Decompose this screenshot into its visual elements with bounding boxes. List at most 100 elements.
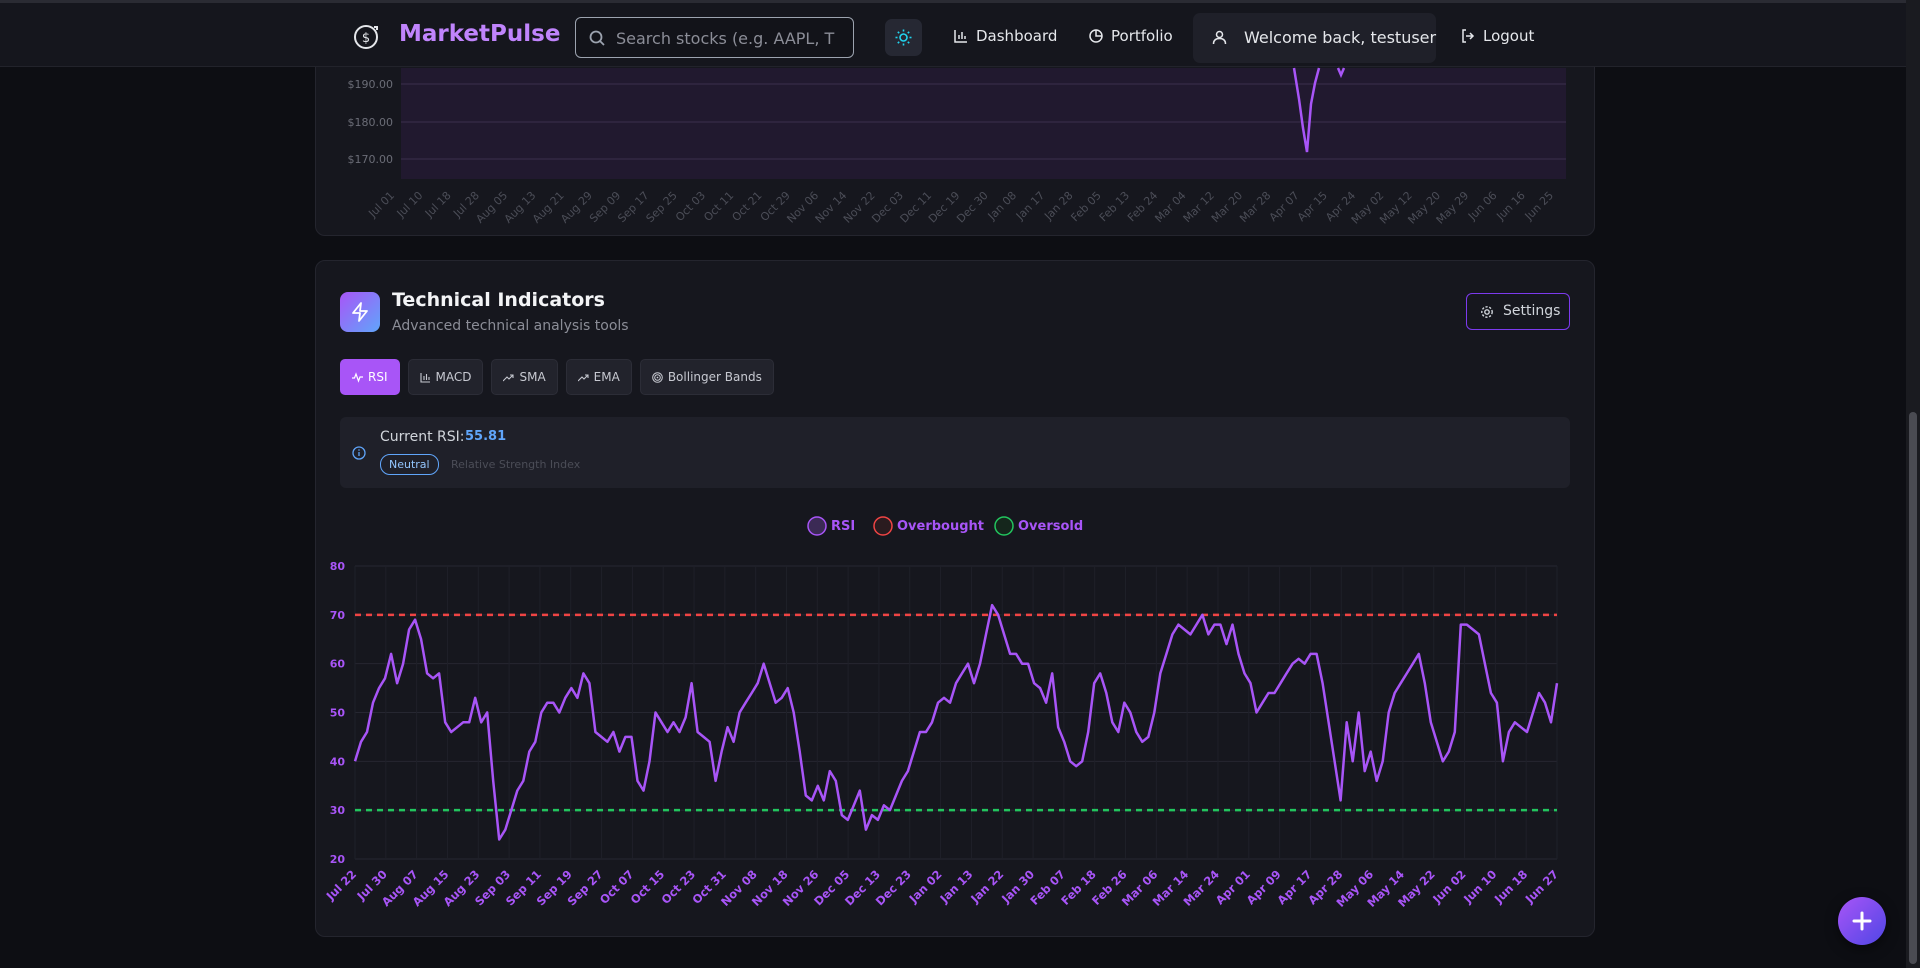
price-x-tick: Feb 05 xyxy=(1068,189,1103,224)
price-area-fill xyxy=(401,68,1566,179)
status-badge: Neutral xyxy=(380,454,439,475)
lightning-icon xyxy=(352,302,368,322)
page-scrollbar-thumb[interactable] xyxy=(1909,412,1917,964)
plus-icon xyxy=(1852,911,1872,931)
indicator-tabs: RSI MACD SMA EMA Bollinger Bands xyxy=(340,359,774,395)
price-x-tick: Apr 07 xyxy=(1267,189,1302,224)
price-x-tick: Jun 25 xyxy=(1522,189,1556,223)
current-rsi-value: 55.81 xyxy=(465,429,507,444)
nav-portfolio-label: Portfolio xyxy=(1111,27,1173,45)
nav-dashboard-label: Dashboard xyxy=(976,27,1058,45)
tab-macd-label: MACD xyxy=(435,370,472,384)
tab-rsi-label: RSI xyxy=(368,370,388,384)
price-y-tick: $190.00 xyxy=(348,78,394,91)
trending-up-icon xyxy=(503,373,515,381)
legend-label: RSI xyxy=(831,519,855,534)
price-x-tick: Jun 06 xyxy=(1465,189,1499,223)
rsi-x-tick: Jan 02 xyxy=(906,867,945,906)
search-input[interactable] xyxy=(616,24,846,52)
theme-toggle-button[interactable] xyxy=(885,19,922,56)
tab-sma[interactable]: SMA xyxy=(491,359,558,395)
rsi-y-tick: 80 xyxy=(330,560,346,573)
price-x-tick: Mar 28 xyxy=(1237,189,1273,225)
top-navbar: $ MarketPulse Dashboard xyxy=(0,0,1906,67)
tab-bollinger-label: Bollinger Bands xyxy=(667,370,762,384)
indicator-description: Relative Strength Index xyxy=(451,458,581,471)
tab-sma-label: SMA xyxy=(519,370,546,384)
price-y-tick: $180.00 xyxy=(348,116,394,129)
price-x-tick: Jan 17 xyxy=(1013,189,1047,223)
price-x-tick: Jul 01 xyxy=(365,189,397,221)
rsi-x-tick: Jul 22 xyxy=(323,867,359,903)
target-icon xyxy=(652,371,663,383)
price-x-tick: Jun 16 xyxy=(1493,189,1527,223)
brand-name[interactable]: MarketPulse xyxy=(399,21,560,47)
user-welcome[interactable]: Welcome back, testuser xyxy=(1193,13,1436,63)
price-x-tick: Jul 10 xyxy=(394,189,426,221)
settings-button[interactable]: Settings xyxy=(1466,293,1570,330)
rsi-x-tick: Jun 18 xyxy=(1491,867,1530,906)
bar-chart-icon xyxy=(954,30,967,43)
price-x-tick: Oct 11 xyxy=(701,189,736,224)
rsi-y-tick: 30 xyxy=(330,804,346,817)
logout-label: Logout xyxy=(1483,27,1535,45)
search-icon xyxy=(589,30,605,46)
tab-macd[interactable]: MACD xyxy=(407,359,484,395)
rsi-y-tick: 40 xyxy=(330,755,346,768)
current-rsi-label: Current RSI: xyxy=(380,429,465,445)
rsi-y-tick: 70 xyxy=(330,609,346,622)
rsi-x-tick: Jan 22 xyxy=(967,867,1006,906)
rsi-chart: 80706050403020Jul 22Jul 30Aug 07Aug 15Au… xyxy=(323,516,1561,910)
rsi-line xyxy=(353,603,1559,841)
rsi-y-tick: 50 xyxy=(330,707,346,720)
section-title: Technical Indicators xyxy=(392,289,605,311)
legend-marker xyxy=(994,516,1014,536)
legend-marker xyxy=(873,516,893,536)
tab-ema-label: EMA xyxy=(593,370,620,384)
trending-up-icon xyxy=(577,373,589,381)
add-floating-button[interactable] xyxy=(1838,897,1886,945)
price-x-tick: Jul 18 xyxy=(422,189,454,221)
price-x-tick: Oct 21 xyxy=(730,189,765,224)
price-x-tick: Dec 30 xyxy=(954,189,991,226)
technical-indicators-card: Technical Indicators Advanced technical … xyxy=(315,260,1595,937)
welcome-text: Welcome back, testuser xyxy=(1244,28,1437,47)
rsi-y-tick: 60 xyxy=(330,658,346,671)
settings-label: Settings xyxy=(1503,303,1561,319)
bar-chart-icon xyxy=(419,372,430,383)
price-x-tick: Aug 29 xyxy=(558,189,595,226)
rsi-x-tick: Jun 10 xyxy=(1460,867,1499,906)
nav-dashboard-link[interactable]: Dashboard xyxy=(954,27,1057,45)
pie-chart-icon xyxy=(1089,29,1103,43)
user-icon xyxy=(1212,30,1227,45)
price-x-tick: Feb 13 xyxy=(1097,189,1132,224)
section-subtitle: Advanced technical analysis tools xyxy=(392,318,629,334)
rsi-x-tick: Jun 27 xyxy=(1522,867,1561,906)
rsi-x-tick: Jan 13 xyxy=(936,867,975,906)
rsi-y-tick: 20 xyxy=(330,853,346,866)
legend-label: Overbought xyxy=(897,519,984,534)
sun-icon xyxy=(895,29,912,46)
price-x-tick: Jan 08 xyxy=(985,189,1019,223)
logout-icon xyxy=(1462,29,1475,43)
logout-button[interactable]: Logout xyxy=(1461,27,1534,45)
legend-label: Oversold xyxy=(1018,519,1083,534)
gear-icon xyxy=(1481,306,1493,318)
dollar-logo-icon: $ xyxy=(354,25,378,49)
price-x-tick: Sep 25 xyxy=(644,189,680,225)
price-y-tick: $170.00 xyxy=(348,153,394,166)
tab-bollinger[interactable]: Bollinger Bands xyxy=(639,359,774,395)
svg-text:$: $ xyxy=(362,31,370,46)
rsi-x-tick: Jun 02 xyxy=(1429,867,1468,906)
current-rsi-panel: Current RSI: 55.81 Neutral Relative Stre… xyxy=(340,417,1570,488)
lightning-icon-badge xyxy=(340,292,380,332)
legend-marker xyxy=(807,516,827,536)
tab-ema[interactable]: EMA xyxy=(565,359,632,395)
price-x-tick: Oct 03 xyxy=(673,189,708,224)
search-box[interactable] xyxy=(575,17,854,58)
tab-rsi[interactable]: RSI xyxy=(340,359,400,395)
price-x-tick: Apr 15 xyxy=(1295,189,1330,224)
nav-portfolio-link[interactable]: Portfolio xyxy=(1089,27,1173,45)
activity-icon xyxy=(352,371,363,383)
info-icon xyxy=(352,446,366,460)
